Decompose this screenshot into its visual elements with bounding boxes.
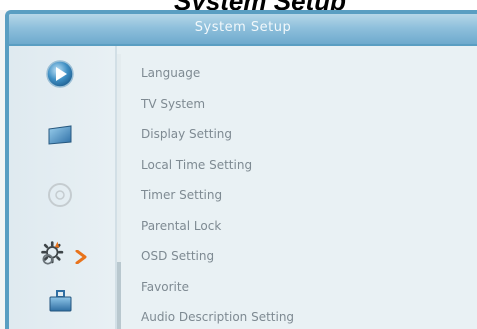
system-setup-window: System Setup Language TV System Display … bbox=[5, 10, 477, 329]
menu-item-osd-setting[interactable]: OSD Setting bbox=[141, 241, 294, 272]
menu-item-parental-lock[interactable]: Parental Lock bbox=[141, 211, 294, 242]
toolbox-icon[interactable] bbox=[45, 286, 75, 316]
menu-item-audio-description-setting[interactable]: Audio Description Setting bbox=[141, 302, 294, 329]
menu-item-display-setting[interactable]: Display Setting bbox=[141, 119, 294, 150]
menu-item-local-time-setting[interactable]: Local Time Setting bbox=[141, 150, 294, 181]
window-header: System Setup bbox=[9, 14, 477, 46]
settings-gear-icon[interactable] bbox=[39, 239, 69, 269]
menu-scroll-thumb[interactable] bbox=[117, 262, 121, 329]
menu-item-timer-setting[interactable]: Timer Setting bbox=[141, 180, 294, 211]
menu-item-language[interactable]: Language bbox=[141, 58, 294, 89]
menu-item-tv-system[interactable]: TV System bbox=[141, 89, 294, 120]
menu-item-favorite[interactable]: Favorite bbox=[141, 272, 294, 303]
selection-arrow-icon bbox=[75, 249, 87, 268]
window-title: System Setup bbox=[194, 20, 292, 35]
top-strip: System Setup bbox=[0, 0, 477, 16]
settings-menu: Language TV System Display Setting Local… bbox=[141, 58, 294, 329]
play-icon[interactable] bbox=[45, 59, 75, 89]
tv-screen-icon[interactable] bbox=[45, 120, 75, 150]
overlay-caption: System Setup bbox=[174, 0, 346, 16]
disc-icon[interactable] bbox=[45, 180, 75, 210]
